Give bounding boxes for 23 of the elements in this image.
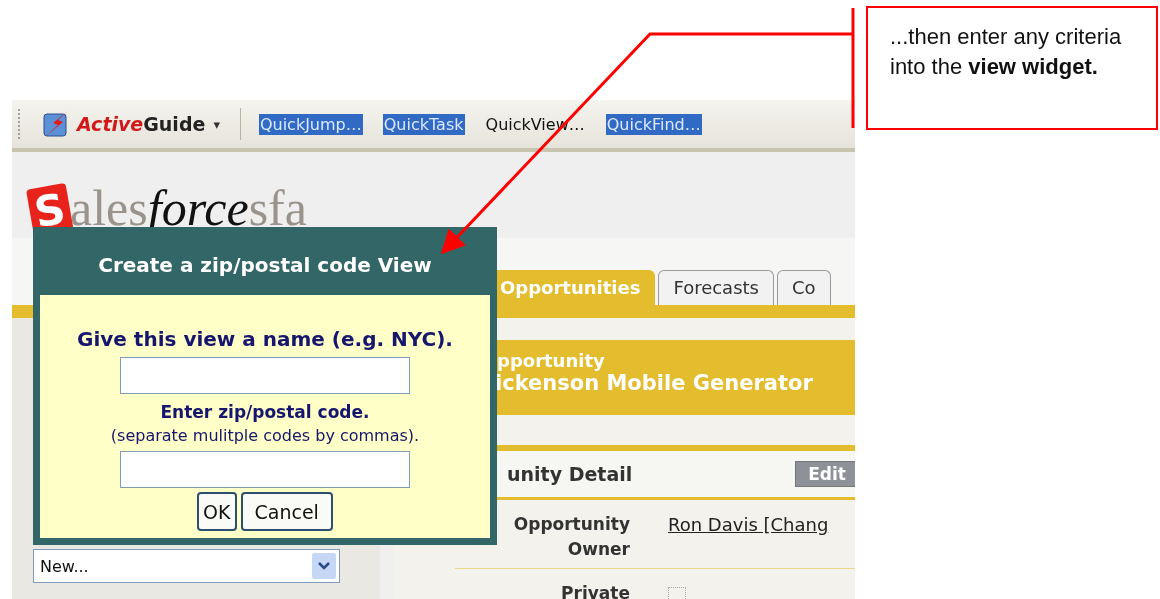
record-name: ickenson Mobile Generator: [495, 371, 814, 395]
code-prompt: Enter zip/postal code.: [160, 402, 370, 422]
toolbar-link[interactable]: QuickFind…: [605, 113, 702, 135]
dialog-title: Create a zip/postal code View: [97, 252, 433, 279]
field-label: Private: [560, 582, 630, 599]
toolbar-link[interactable]: QuickTask: [382, 113, 465, 135]
callout-text: ...then enter any criteria into the view widget.: [866, 6, 1158, 130]
field-label: Opportunity Owner: [512, 513, 630, 561]
code-hint: (separate mulitple codes by commas).: [110, 426, 420, 445]
activeguide-menu[interactable]: ActiveGuide ▾: [41, 109, 220, 139]
record-type: pportunity: [497, 350, 606, 371]
section-title: unity Detail: [507, 463, 633, 485]
view-select[interactable]: New...: [33, 549, 340, 583]
tab[interactable]: Forecasts: [658, 270, 774, 305]
owner-link[interactable]: Ron Davis [Chang: [668, 512, 829, 537]
toolbar-link[interactable]: QuickJump…: [258, 113, 363, 135]
name-field[interactable]: [120, 357, 410, 394]
dialog-button[interactable]: Cancel: [240, 492, 333, 531]
grip-handle[interactable]: [18, 109, 23, 139]
dialog-button[interactable]: OK: [197, 492, 237, 531]
code-field[interactable]: [120, 451, 410, 488]
name-prompt: Give this view a name (e.g. NYC).: [77, 327, 453, 351]
tab[interactable]: Co: [776, 270, 831, 305]
